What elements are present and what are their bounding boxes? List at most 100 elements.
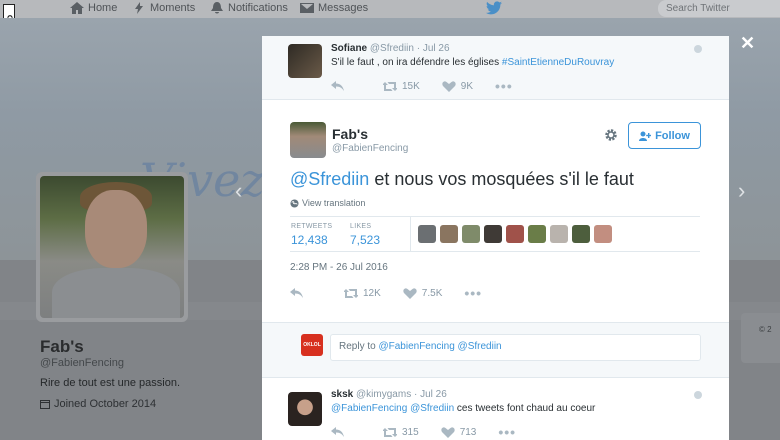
more-dots-icon: ••• (495, 78, 513, 94)
like-action[interactable]: 713 (441, 426, 477, 438)
more-dots-icon: ••• (464, 285, 483, 301)
main-tweet-name[interactable]: Fab's (332, 126, 368, 142)
reply-tweet-name[interactable]: sksk (331, 389, 353, 400)
reply-tweet-mentions[interactable]: @FabienFencing @Sfrediin (331, 403, 454, 414)
reply-tweet-text: @FabienFencing @Sfrediin ces tweets font… (331, 403, 595, 414)
view-translation-link[interactable]: View translation (290, 198, 365, 208)
nav-notifications[interactable]: Notifications (210, 2, 288, 14)
reply-action[interactable] (331, 426, 345, 438)
liker-avatar[interactable] (462, 225, 480, 243)
bell-icon (211, 2, 223, 14)
close-icon[interactable]: ✕ (740, 33, 755, 54)
stats-divider (410, 217, 411, 251)
more-action[interactable]: ••• (495, 78, 513, 94)
reply-input[interactable]: Reply to @FabienFencing @Sfrediin (330, 334, 701, 361)
home-icon (70, 2, 84, 14)
like-action[interactable]: 9K (442, 81, 473, 92)
liker-avatar[interactable] (572, 225, 590, 243)
nav-messages[interactable]: Messages (300, 2, 368, 14)
retweet-action[interactable]: 15K (383, 81, 420, 92)
ancestor-text-body: S'il le faut , on ira défendre les églis… (331, 57, 502, 68)
reply-action[interactable] (290, 287, 304, 299)
profile-name[interactable]: Fab's (40, 337, 84, 357)
liker-avatar[interactable] (440, 225, 458, 243)
calendar-icon (40, 400, 50, 409)
reply-prefix: Reply to (339, 341, 379, 352)
ancestor-hashtag[interactable]: #SaintEtienneDuRouvray (502, 57, 614, 68)
main-tweet-avatar[interactable] (290, 122, 326, 158)
nav-notifications-label: Notifications (228, 2, 288, 14)
nav-moments-label: Moments (150, 2, 196, 14)
main-tweet-handle[interactable]: @FabienFencing (332, 143, 408, 154)
ancestor-actions: 15K 9K ••• (331, 78, 513, 94)
top-navigation-bar: Home Moments Notifications Messages Sear… (0, 0, 780, 18)
like-count: 9K (460, 80, 474, 92)
avatar-shirt (52, 268, 180, 318)
main-tweet-actions: 12K 7.5K ••• (290, 285, 482, 301)
retweet-count: 12K (363, 287, 381, 299)
caret-down-icon[interactable] (694, 45, 702, 53)
reply-composer: OKLOL Reply to @FabienFencing @Sfrediin (262, 322, 729, 378)
ancestor-avatar[interactable] (288, 44, 322, 78)
retweets-value[interactable]: 12,438 (291, 233, 328, 247)
nav-home[interactable]: Home (70, 2, 117, 14)
twitter-bird-icon[interactable] (486, 1, 502, 15)
like-count: 713 (459, 426, 477, 438)
ancestor-header: Sofiane @Sfrediin · Jul 26 (331, 43, 450, 54)
liker-avatars (418, 225, 612, 243)
retweet-action[interactable]: 12K (344, 288, 381, 299)
profile-handle[interactable]: @FabienFencing (40, 357, 124, 369)
more-dots-icon: ••• (498, 424, 517, 440)
ancestor-handle[interactable]: @Sfrediin (370, 43, 414, 54)
reply-tweet-handle[interactable]: @kimygams (356, 389, 411, 400)
side-card: © 2 (741, 313, 780, 363)
tweet-permalink-modal: Sofiane @Sfrediin · Jul 26 S'il le faut … (262, 36, 729, 440)
liker-avatar[interactable] (418, 225, 436, 243)
reply-icon (331, 80, 344, 91)
profile-bio: Rire de tout est une passion. (40, 377, 181, 389)
retweet-action[interactable]: 315 (383, 427, 419, 438)
retweet-count: 315 (402, 426, 419, 438)
lightning-icon (135, 2, 143, 14)
reply-action[interactable] (331, 80, 345, 92)
chevron-left-icon[interactable]: ‹ (235, 178, 242, 204)
likes-value[interactable]: 7,523 (350, 233, 380, 247)
reply-icon (331, 426, 344, 437)
heart-icon (442, 80, 456, 92)
reply-tweet-avatar[interactable] (288, 392, 322, 426)
ancestor-name[interactable]: Sofiane (331, 43, 367, 54)
ancestor-time[interactable]: · Jul 26 (417, 43, 450, 54)
chevron-right-icon[interactable]: › (738, 178, 745, 204)
caret-down-icon[interactable] (694, 391, 702, 399)
envelope-icon (300, 3, 314, 13)
liker-avatar[interactable] (594, 225, 612, 243)
search-input[interactable]: Search Twitter (658, 0, 780, 17)
retweets-label: RETWEETS (291, 223, 333, 230)
main-tweet-mention[interactable]: @Sfrediin (290, 169, 369, 189)
more-action[interactable]: ••• (498, 424, 516, 440)
nav-messages-label: Messages (318, 2, 369, 14)
nav-moments[interactable]: Moments (132, 2, 195, 14)
reply-icon (290, 287, 303, 298)
follow-button[interactable]: Follow (628, 122, 701, 149)
liker-avatar[interactable] (506, 225, 524, 243)
ancestor-tweet[interactable]: Sofiane @Sfrediin · Jul 26 S'il le faut … (262, 36, 729, 100)
reply-tweet-body: ces tweets font chaud au coeur (454, 403, 596, 414)
profile-avatar[interactable] (36, 172, 188, 322)
profile-joined: Joined October 2014 (40, 398, 156, 410)
main-tweet-timestamp[interactable]: 2:28 PM - 26 Jul 2016 (290, 262, 388, 273)
more-action[interactable]: ••• (464, 285, 482, 301)
retweet-icon (383, 427, 397, 437)
profile-joined-label: Joined October 2014 (54, 398, 157, 410)
reply-tweet-time[interactable]: · Jul 26 (414, 389, 447, 400)
like-action[interactable]: 7.5K (403, 288, 442, 299)
gear-icon[interactable] (604, 128, 618, 142)
retweet-icon (383, 81, 397, 91)
current-user-avatar: OKLOL (301, 334, 323, 356)
liker-avatar[interactable] (550, 225, 568, 243)
nav-home-label: Home (88, 2, 118, 14)
avatar-photo (40, 176, 184, 318)
liker-avatar[interactable] (528, 225, 546, 243)
liker-avatar[interactable] (484, 225, 502, 243)
view-translation-label: View translation (302, 198, 366, 208)
